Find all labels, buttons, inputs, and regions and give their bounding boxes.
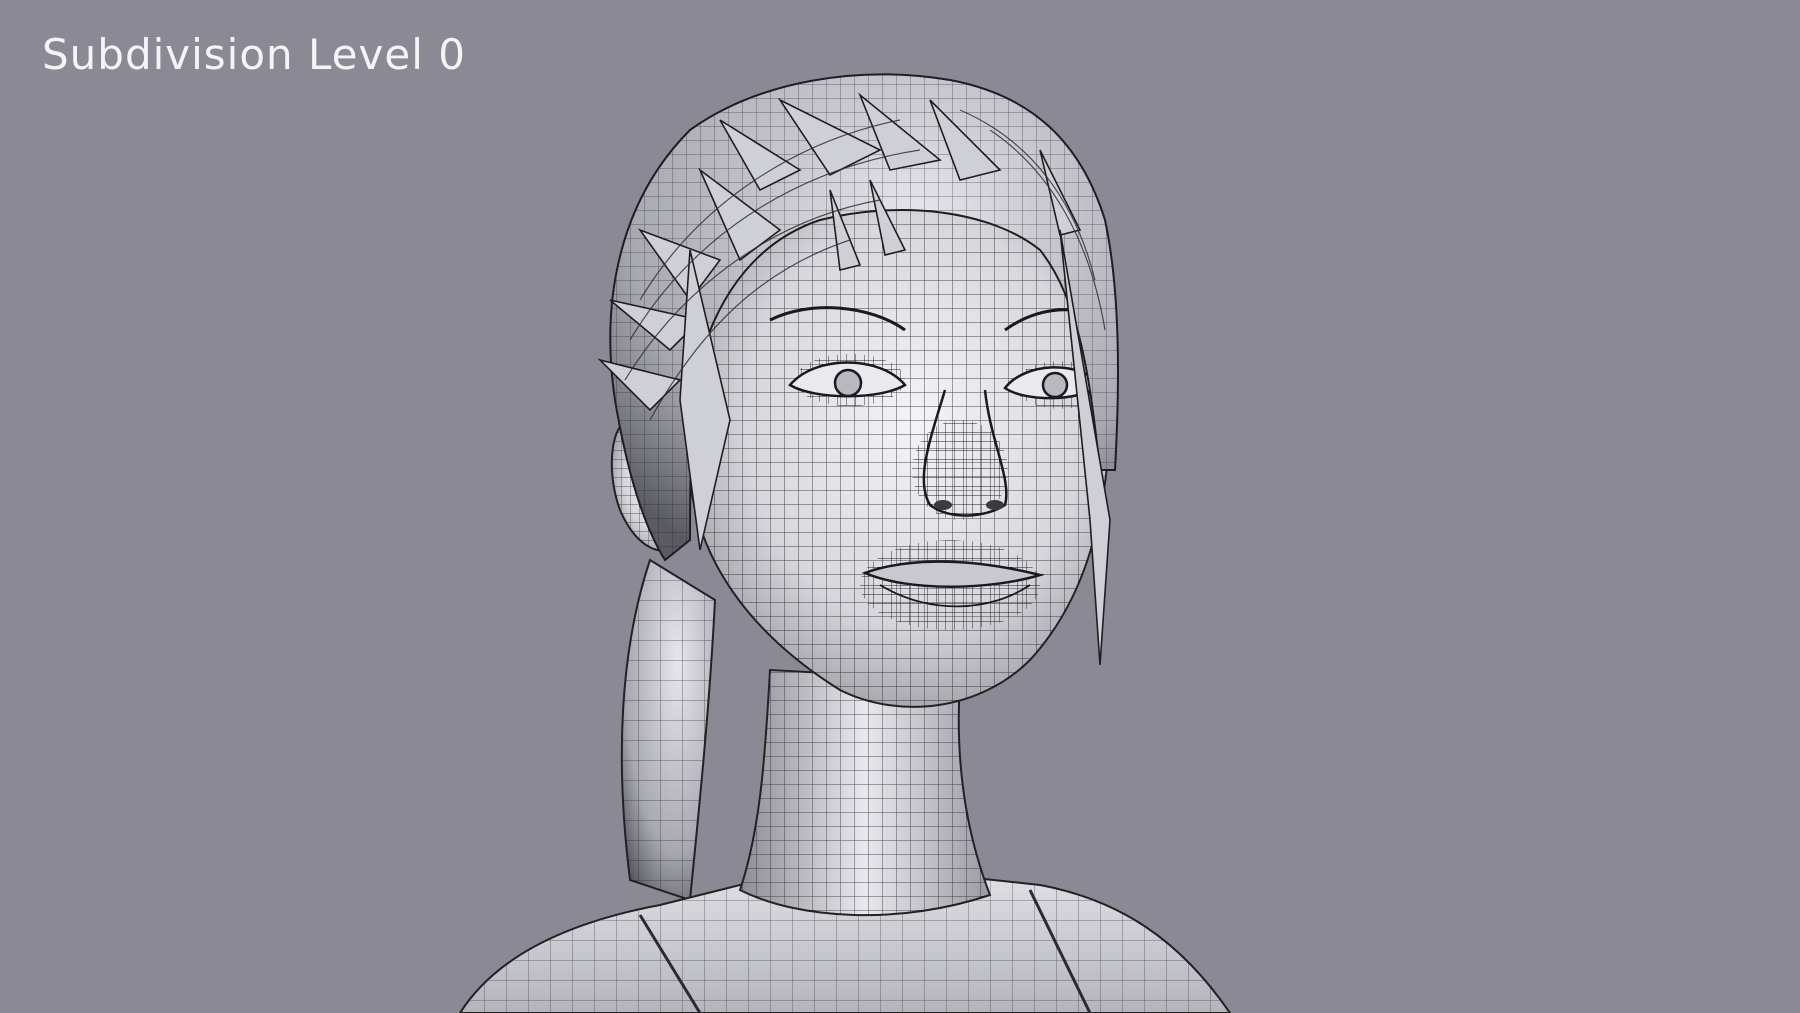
wireframe-head-render [458, 73, 1232, 1013]
subdivision-level-label: Subdivision Level 0 [42, 30, 466, 79]
render-viewport: Subdivision Level 0 [0, 0, 1800, 1013]
